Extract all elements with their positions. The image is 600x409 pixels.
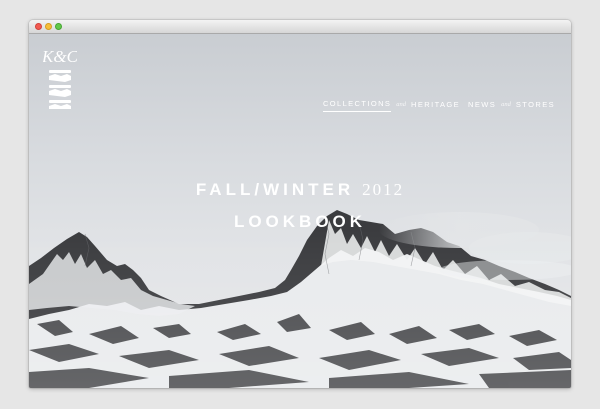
hero-title: FALL/WINTER 2012 <box>29 177 571 203</box>
close-button[interactable] <box>35 23 42 30</box>
nav-item-heritage[interactable]: Heritage <box>411 100 460 112</box>
lions-crest-icon <box>49 70 71 109</box>
window-titlebar <box>29 20 571 34</box>
minimize-button[interactable] <box>45 23 52 30</box>
hero-title-main: FALL/WINTER <box>195 180 355 199</box>
main-nav: Collections and Heritage News and Stores <box>322 99 555 112</box>
page-viewport: K&C Collections and Heritage News and St… <box>29 34 571 388</box>
nav-item-news[interactable]: News <box>468 100 496 112</box>
hero-title-year: 2012 <box>362 180 405 199</box>
brand-logo[interactable]: K&C <box>43 42 77 112</box>
nav-separator: and <box>501 100 511 108</box>
hero-headline: FALL/WINTER 2012 LOOKBOOK <box>29 177 571 235</box>
nav-separator: and <box>396 100 407 108</box>
nav-item-stores[interactable]: Stores <box>516 100 555 112</box>
browser-window: K&C Collections and Heritage News and St… <box>29 20 571 388</box>
nav-item-collections[interactable]: Collections <box>322 99 392 112</box>
zoom-button[interactable] <box>55 23 62 30</box>
hero-subtitle[interactable]: LOOKBOOK <box>29 209 571 235</box>
logo-monogram: K&C <box>43 47 77 66</box>
